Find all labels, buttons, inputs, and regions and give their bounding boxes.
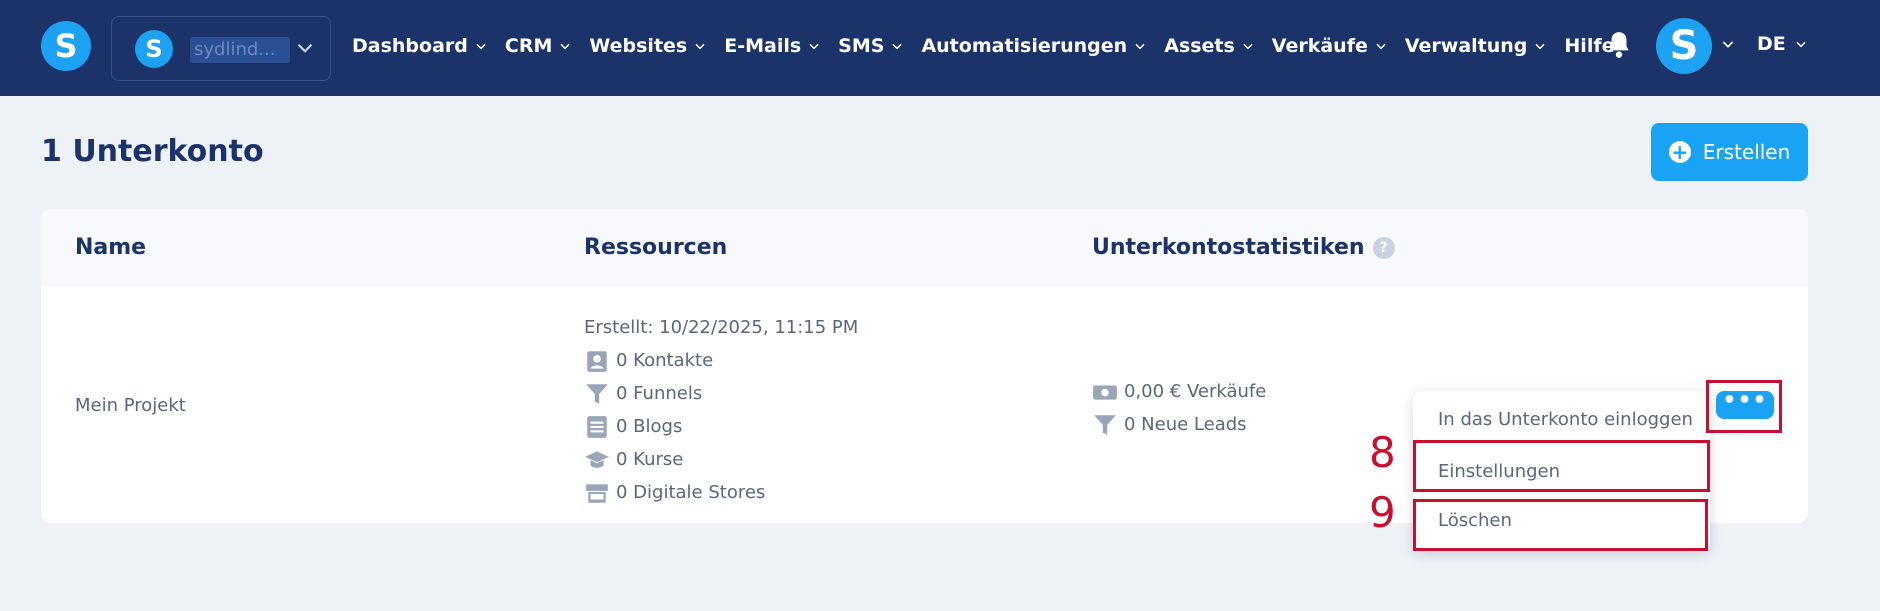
resource-item: 0 Kurse	[584, 443, 858, 476]
resource-item: 0 Blogs	[584, 410, 858, 443]
highlight-box	[1706, 380, 1782, 433]
resource-item: 0 Digitale Stores	[584, 476, 858, 509]
chevron-down-icon	[1535, 43, 1546, 50]
plus-circle-icon: +	[1668, 141, 1691, 163]
highlight-box	[1413, 499, 1708, 551]
create-button-label: Erstellen	[1702, 140, 1791, 164]
nav-item-emails[interactable]: E-Mails	[724, 35, 821, 57]
chevron-down-icon	[695, 43, 705, 50]
menu-item-login-subaccount[interactable]: In das Unterkonto einloggen	[1438, 409, 1693, 430]
language-selector[interactable]: DE	[1757, 33, 1808, 55]
graduation-cap-icon	[585, 450, 609, 468]
account-switcher[interactable]: S sydlind...	[111, 16, 331, 81]
chevron-down-icon	[560, 43, 570, 50]
top-navbar: S S sydlind... Dashboard CRM Websites E-…	[0, 0, 1880, 96]
app-logo[interactable]: S	[41, 21, 91, 71]
chevron-down-icon	[297, 43, 313, 53]
column-header-resources: Ressourcen	[584, 235, 728, 260]
resource-item: 0 Kontakte	[584, 344, 858, 377]
nav-item-sms[interactable]: SMS	[838, 35, 904, 57]
nav-item-administration[interactable]: Verwaltung	[1405, 35, 1548, 57]
nav-item-sales[interactable]: Verkäufe	[1272, 35, 1388, 57]
nav-item-assets[interactable]: Assets	[1164, 35, 1255, 57]
account-name: sydlind...	[190, 37, 290, 63]
help-icon[interactable]: ?	[1372, 237, 1395, 259]
user-avatar[interactable]: S	[1656, 18, 1712, 74]
table-header: Name Ressourcen Unterkontostatistiken?	[41, 209, 1808, 286]
column-header-stats: Unterkontostatistiken?	[1092, 235, 1395, 260]
nav-item-dashboard[interactable]: Dashboard	[352, 35, 488, 57]
stat-item: 0,00 € Verkäufe	[1092, 375, 1266, 408]
blog-icon	[587, 415, 607, 438]
step-marker: 9	[1369, 488, 1396, 537]
chevron-down-icon	[892, 43, 903, 50]
create-button[interactable]: + Erstellen	[1651, 123, 1808, 181]
stat-item: 0 Neue Leads	[1092, 408, 1266, 441]
chevron-down-icon	[476, 43, 486, 50]
chevron-down-icon	[1796, 41, 1806, 48]
store-icon	[586, 483, 608, 503]
funnel-icon	[1094, 414, 1116, 435]
chevron-down-icon	[1135, 43, 1145, 50]
highlight-box	[1413, 440, 1710, 492]
money-icon	[1093, 385, 1117, 400]
chevron-down-icon	[809, 43, 819, 50]
chevron-down-icon	[1243, 43, 1253, 50]
contacts-icon	[587, 350, 607, 372]
nav-item-websites[interactable]: Websites	[589, 35, 707, 57]
chevron-down-icon[interactable]	[1720, 36, 1736, 52]
row-name: Mein Projekt	[75, 395, 186, 416]
created-date: Erstellt: 10/22/2025, 11:15 PM	[584, 317, 859, 338]
resource-item: 0 Funnels	[584, 377, 858, 410]
resources-cell: Erstellt: 10/22/2025, 11:15 PM 0 Kontakt…	[584, 312, 858, 509]
funnel-icon	[586, 383, 608, 404]
main-menu: Dashboard CRM Websites E-Mails SMS Autom…	[352, 28, 1632, 64]
account-avatar: S	[135, 30, 173, 68]
chevron-down-icon	[1376, 43, 1386, 50]
page-title: 1 Unterkonto	[41, 134, 264, 169]
nav-item-automations[interactable]: Automatisierungen	[921, 35, 1147, 57]
bell-icon[interactable]	[1606, 30, 1632, 60]
nav-item-crm[interactable]: CRM	[505, 35, 572, 57]
step-marker: 8	[1369, 428, 1396, 477]
column-header-name: Name	[75, 235, 147, 260]
stats-cell: 0,00 € Verkäufe 0 Neue Leads	[1092, 375, 1266, 441]
